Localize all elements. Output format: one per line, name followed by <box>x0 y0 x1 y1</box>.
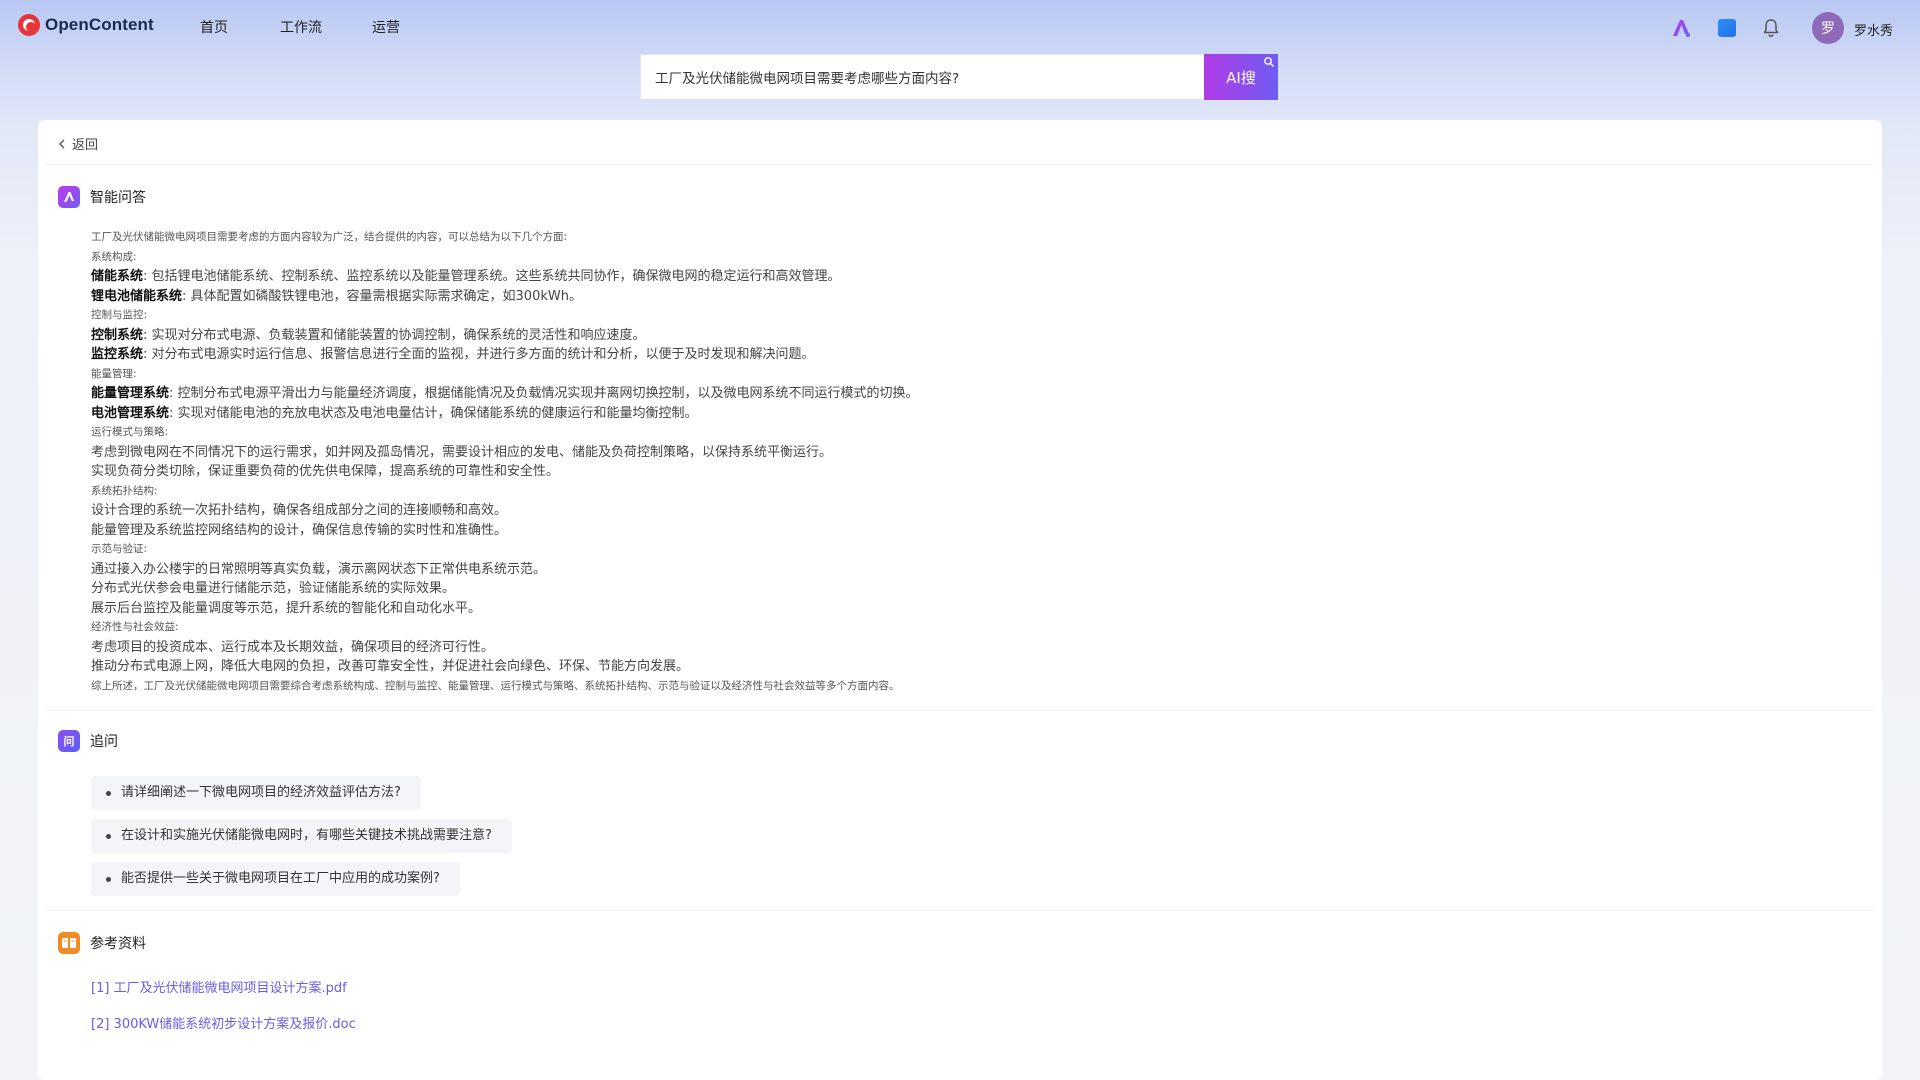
answer-line: 能量管理系统: 控制分布式电源平滑出力与能量经济调度，根据储能情况及负载情况实现… <box>91 384 1851 404</box>
answer-line-text: 实现负荷分类切除，保证重要负荷的优先供电保障，提高系统的可靠性和安全性。 <box>91 464 560 479</box>
followup-question[interactable]: 请详细阐述一下微电网项目的经济效益评估方法? <box>91 776 421 810</box>
answer-line-label: 控制系统 <box>91 327 144 343</box>
followup-section-title: 追问 <box>90 734 118 750</box>
references-section-header: 参考资料 <box>58 932 146 954</box>
answer-line-text: 设计合理的系统一次拓扑结构，确保各组成部分之间的连接顺畅和高效。 <box>91 503 508 518</box>
answer-line-text: : 对分布式电源实时运行信息、报警信息进行全面的监视，并进行多方面的统计和分析，… <box>143 347 815 362</box>
answer-line-label: 能量管理系统 <box>91 386 170 401</box>
opencontent-logo-icon <box>18 14 40 36</box>
search-bar: AI搜 <box>640 54 1278 100</box>
answer-line: 系统拓扑结构: <box>91 482 1851 502</box>
brand-name: OpenContent <box>45 15 154 34</box>
notification-bell-icon[interactable] <box>1760 17 1782 39</box>
answer-line-text: 综上所述，工厂及光伏储能微电网项目需要综合考虑系统构成、控制与监控、能量管理、运… <box>91 679 900 692</box>
ai-app-icon[interactable] <box>1670 17 1692 39</box>
answer-line: 综上所述，工厂及光伏储能微电网项目需要综合考虑系统构成、控制与监控、能量管理、运… <box>91 677 1851 697</box>
answer-line: 锂电池储能系统: 具体配置如磷酸铁锂电池，容量需根据实际需求确定，如300kWh… <box>91 287 1851 307</box>
followup-question[interactable]: 能否提供一些关于微电网项目在工厂中应用的成功案例? <box>91 862 460 896</box>
brand-logo[interactable]: OpenContent <box>18 14 154 36</box>
answer-line-text: : 具体配置如磷酸铁锂电池，容量需根据实际需求确定，如300kWh。 <box>182 288 582 304</box>
search-input[interactable] <box>640 54 1204 100</box>
answer-line: 工厂及光伏储能微电网项目需要考虑的方面内容较为广泛，结合提供的内容，可以总结为以… <box>91 228 1851 248</box>
answer-line: 储能系统: 包括锂电池储能系统、控制系统、监控系统以及能量管理系统。这些系统共同… <box>91 267 1851 287</box>
answer-line: 考虑项目的投资成本、运行成本及长期效益，确保项目的经济可行性。 <box>91 638 1851 658</box>
answer-line: 设计合理的系统一次拓扑结构，确保各组成部分之间的连接顺畅和高效。 <box>91 501 1851 521</box>
answer-line-text: : 控制分布式电源平滑出力与能量经济调度，根据储能情况及负载情况实现并离网切换控… <box>169 386 919 401</box>
back-link[interactable]: 返回 <box>58 134 98 153</box>
answer-line-text: 系统拓扑结构: <box>91 484 158 497</box>
followup-section-header: 问 追问 <box>58 730 118 752</box>
references-section-title: 参考资料 <box>90 936 146 952</box>
answer-line-text: 运行模式与策略: <box>91 426 169 438</box>
app-square-icon[interactable] <box>1716 17 1738 39</box>
ai-search-button-label: AI搜 <box>1226 68 1256 87</box>
answer-line: 实现负荷分类切除，保证重要负荷的优先供电保障，提高系统的可靠性和安全性。 <box>91 462 1851 482</box>
answer-line: 电池管理系统: 实现对储能电池的充放电状态及电池电量估计，确保储能系统的健康运行… <box>91 404 1851 424</box>
divider <box>46 710 1874 711</box>
chevron-left-icon <box>59 139 65 148</box>
answer-line-label: 锂电池储能系统 <box>91 288 183 304</box>
nav-item-operations[interactable]: 运营 <box>372 17 400 37</box>
answer-line: 控制与监控: <box>91 306 1851 326</box>
ai-answer-icon <box>58 186 80 208</box>
search-icon <box>1264 57 1274 67</box>
answer-line: 示范与验证: <box>91 540 1851 560</box>
answer-line-label: 储能系统 <box>91 269 144 284</box>
answer-line-text: 推动分布式电源上网，降低大电网的负担，改善可靠安全性，并促进社会向绿色、环保、节… <box>91 659 690 674</box>
answer-body: 工厂及光伏储能微电网项目需要考虑的方面内容较为广泛，结合提供的内容，可以总结为以… <box>91 228 1851 696</box>
result-card: 返回 智能问答 工厂及光伏储能微电网项目需要考虑的方面内容较为广泛，结合提供的内… <box>38 120 1882 1080</box>
answer-line: 经济性与社会效益: <box>91 618 1851 638</box>
answer-line: 控制系统: 实现对分布式电源、负载装置和储能装置的协调控制，确保系统的灵活性和响… <box>91 326 1851 346</box>
divider <box>46 910 1874 911</box>
answer-line-text: : 实现对分布式电源、负载装置和储能装置的协调控制，确保系统的灵活性和响应速度。 <box>143 327 646 343</box>
back-label: 返回 <box>72 138 99 153</box>
answer-line: 考虑到微电网在不同情况下的运行需求，如并网及孤岛情况，需要设计相应的发电、储能及… <box>91 443 1851 463</box>
answer-line-text: 工厂及光伏储能微电网项目需要考虑的方面内容较为广泛，结合提供的内容，可以总结为以… <box>91 231 568 243</box>
reference-link[interactable]: [1] 工厂及光伏储能微电网项目设计方案.pdf <box>91 977 347 996</box>
question-icon: 问 <box>58 730 80 752</box>
nav-item-workflow[interactable]: 工作流 <box>280 17 322 37</box>
answer-line-text: 考虑项目的投资成本、运行成本及长期效益，确保项目的经济可行性。 <box>91 639 495 655</box>
answer-line-text: 能量管理及系统监控网络结构的设计，确保信息传输的实时性和准确性。 <box>91 522 508 538</box>
answer-line-text: 经济性与社会效益: <box>91 621 179 633</box>
answer-line-text: : 实现对储能电池的充放电状态及电池电量估计，确保储能系统的健康运行和能量均衡控… <box>169 405 698 421</box>
answer-line-text: 考虑到微电网在不同情况下的运行需求，如并网及孤岛情况，需要设计相应的发电、储能及… <box>91 444 833 460</box>
main-nav: 首页 工作流 运营 <box>200 17 450 37</box>
answer-line-text: : 包括锂电池储能系统、控制系统、监控系统以及能量管理系统。这些系统共同协作，确… <box>143 269 841 284</box>
book-icon <box>58 932 80 954</box>
top-navigation-bar: OpenContent 首页 工作流 运营 罗 罗水秀 <box>0 0 1920 54</box>
answer-line-text: 示范与验证: <box>91 543 148 555</box>
answer-line: 系统构成: <box>91 248 1851 268</box>
answer-line-text: 系统构成: <box>91 250 137 263</box>
answer-line: 推动分布式电源上网，降低大电网的负担，改善可靠安全性，并促进社会向绿色、环保、节… <box>91 657 1851 677</box>
answer-section-title: 智能问答 <box>90 190 146 206</box>
answer-line: 监控系统: 对分布式电源实时运行信息、报警信息进行全面的监视，并进行多方面的统计… <box>91 345 1851 365</box>
nav-item-home[interactable]: 首页 <box>200 17 228 37</box>
answer-section-header: 智能问答 <box>58 186 146 208</box>
answer-line-label: 电池管理系统 <box>91 405 170 421</box>
answer-line-text: 能量管理: <box>91 367 137 380</box>
answer-line-text: 展示后台监控及能量调度等示范，提升系统的智能化和自动化水平。 <box>91 600 482 616</box>
reference-link[interactable]: [2] 300KW储能系统初步设计方案及报价.doc <box>91 1013 356 1032</box>
user-avatar[interactable]: 罗 <box>1812 12 1844 44</box>
answer-line: 运行模式与策略: <box>91 423 1851 443</box>
divider <box>46 164 1874 165</box>
answer-line-label: 监控系统 <box>91 347 144 362</box>
answer-line-text: 分布式光伏参会电量进行储能示范，验证储能系统的实际效果。 <box>91 581 456 596</box>
answer-line: 分布式光伏参会电量进行储能示范，验证储能系统的实际效果。 <box>91 579 1851 599</box>
answer-line: 展示后台监控及能量调度等示范，提升系统的智能化和自动化水平。 <box>91 599 1851 619</box>
answer-line-text: 通过接入办公楼宇的日常照明等真实负载，演示离网状态下正常供电系统示范。 <box>91 561 547 577</box>
answer-line: 通过接入办公楼宇的日常照明等真实负载，演示离网状态下正常供电系统示范。 <box>91 560 1851 580</box>
answer-line-text: 控制与监控: <box>91 309 148 321</box>
user-name[interactable]: 罗水秀 <box>1854 20 1893 39</box>
answer-line: 能量管理及系统监控网络结构的设计，确保信息传输的实时性和准确性。 <box>91 521 1851 541</box>
answer-line: 能量管理: <box>91 365 1851 385</box>
followup-question[interactable]: 在设计和实施光伏储能微电网时，有哪些关键技术挑战需要注意? <box>91 819 512 853</box>
ai-search-button[interactable]: AI搜 <box>1204 54 1278 100</box>
